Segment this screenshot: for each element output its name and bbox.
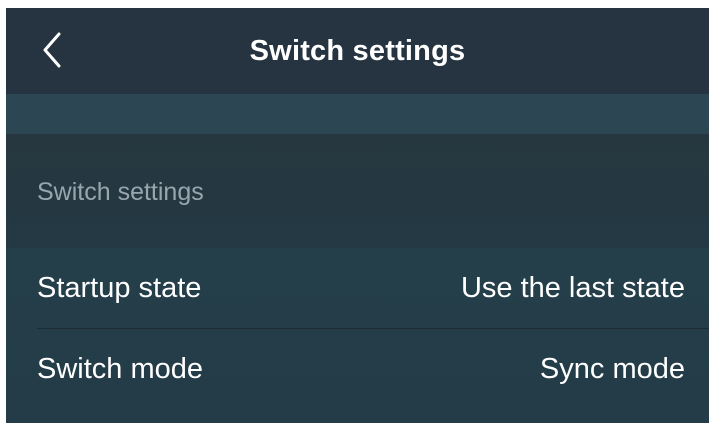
startup-state-row[interactable]: Startup state Use the last state [6, 248, 709, 328]
page-title: Switch settings [249, 35, 466, 67]
switch-mode-value: Sync mode [539, 353, 685, 385]
switch-settings-screen: Switch settings Switch settings Startup … [6, 8, 709, 423]
header-spacer-band [6, 94, 709, 134]
navigation-bar: Switch settings [6, 8, 709, 94]
back-button[interactable] [32, 28, 72, 72]
switch-mode-row[interactable]: Switch mode Sync mode [6, 329, 709, 409]
chevron-left-icon [43, 32, 61, 68]
section-header: Switch settings [37, 178, 204, 206]
startup-state-label: Startup state [37, 272, 202, 304]
settings-list: Startup state Use the last state Switch … [6, 248, 709, 423]
startup-state-value: Use the last state [460, 272, 685, 304]
switch-mode-label: Switch mode [37, 353, 204, 385]
